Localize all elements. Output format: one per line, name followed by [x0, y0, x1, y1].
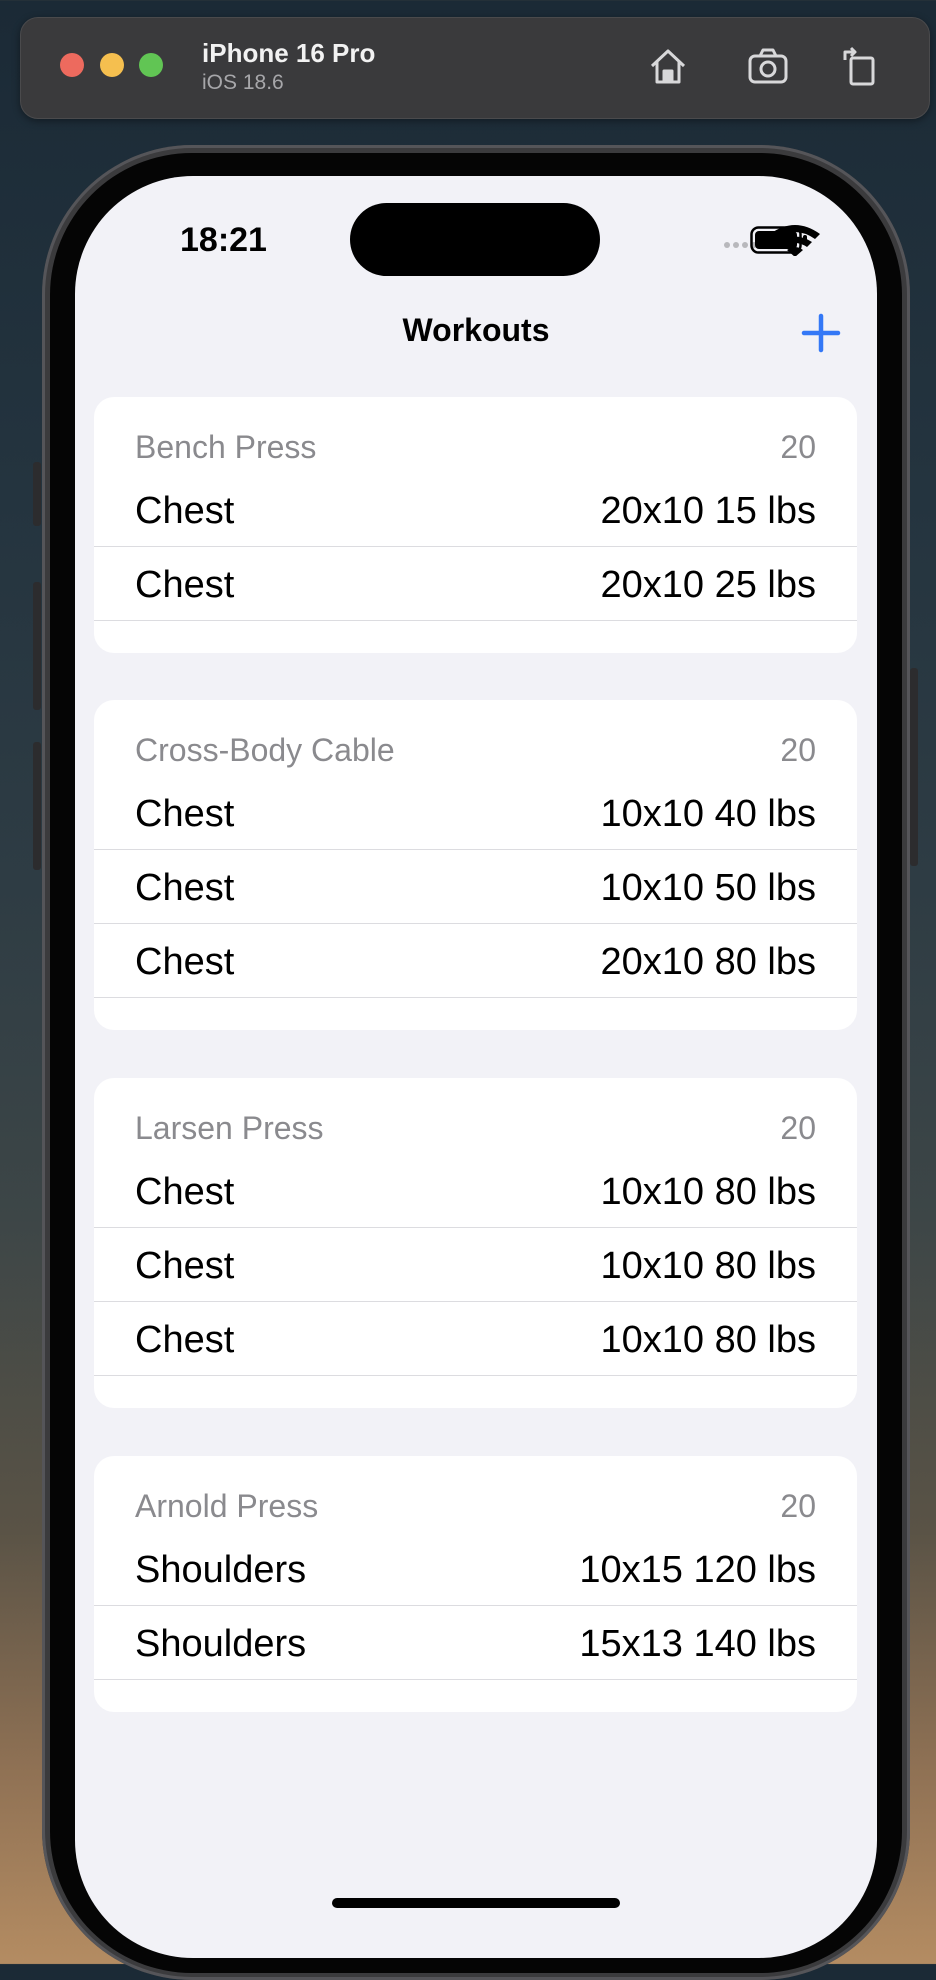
section-header: Bench Press 20	[94, 397, 857, 473]
workout-count: 20	[780, 1110, 816, 1146]
section-header: Larsen Press 20	[94, 1078, 857, 1154]
workout-section: Bench Press 20 Chest 20x10 15 lbs Chest …	[94, 397, 857, 653]
set-row[interactable]: Chest 20x10 25 lbs	[94, 547, 857, 621]
workout-name: Arnold Press	[135, 1488, 319, 1524]
zoom-window-button[interactable]	[139, 53, 163, 77]
workout-section: Arnold Press 20 Shoulders 10x15 120 lbs …	[94, 1456, 857, 1712]
workout-count: 20	[780, 732, 816, 768]
section-footer	[94, 998, 857, 1030]
workout-section: Cross-Body Cable 20 Chest 10x10 40 lbs C…	[94, 700, 857, 1030]
set-row[interactable]: Shoulders 10x15 120 lbs	[94, 1532, 857, 1606]
set-muscle: Shoulders	[135, 1549, 307, 1591]
set-detail: 10x15 120 lbs	[579, 1549, 816, 1591]
set-row[interactable]: Chest 20x10 15 lbs	[94, 473, 857, 547]
set-detail: 20x10 80 lbs	[600, 941, 817, 983]
set-muscle: Chest	[135, 867, 235, 909]
device-name: iPhone 16 Pro	[202, 38, 376, 68]
workout-count: 20	[780, 1488, 816, 1524]
set-detail: 20x10 15 lbs	[600, 490, 817, 532]
set-muscle: Chest	[135, 1171, 235, 1213]
set-detail: 10x10 50 lbs	[600, 867, 817, 909]
page-title: Workouts	[402, 312, 550, 348]
set-muscle: Chest	[135, 1245, 235, 1287]
screenshot-icon[interactable]	[746, 44, 790, 88]
section-footer	[94, 1680, 857, 1712]
action-button	[33, 462, 41, 526]
set-detail: 10x10 40 lbs	[600, 793, 817, 835]
section-footer	[94, 1376, 857, 1408]
set-row[interactable]: Shoulders 15x13 140 lbs	[94, 1606, 857, 1680]
workout-name: Larsen Press	[135, 1110, 324, 1146]
set-row[interactable]: Chest 10x10 40 lbs	[94, 776, 857, 850]
os-version: iOS 18.6	[202, 71, 284, 94]
phone-screen: 18:21 Workouts Bench Press 20 Chest 20x1…	[75, 176, 877, 1958]
dynamic-island	[350, 203, 600, 276]
set-detail: 10x10 80 lbs	[600, 1245, 817, 1287]
set-muscle: Shoulders	[135, 1623, 307, 1665]
side-button	[910, 668, 918, 866]
set-row[interactable]: Chest 20x10 80 lbs	[94, 924, 857, 998]
workout-section: Larsen Press 20 Chest 10x10 80 lbs Chest…	[94, 1078, 857, 1408]
set-muscle: Chest	[135, 941, 235, 983]
section-footer	[94, 621, 857, 653]
set-muscle: Chest	[135, 564, 235, 606]
home-icon[interactable]	[646, 44, 690, 88]
set-row[interactable]: Chest 10x10 80 lbs	[94, 1228, 857, 1302]
set-row[interactable]: Chest 10x10 80 lbs	[94, 1154, 857, 1228]
close-window-button[interactable]	[60, 53, 84, 77]
set-detail: 10x10 80 lbs	[600, 1171, 817, 1213]
workout-count: 20	[780, 429, 816, 465]
set-muscle: Chest	[135, 793, 235, 835]
workout-name: Bench Press	[135, 429, 317, 465]
plus-icon	[801, 313, 841, 353]
set-row[interactable]: Chest 10x10 80 lbs	[94, 1302, 857, 1376]
set-row[interactable]: Chest 10x10 50 lbs	[94, 850, 857, 924]
section-header: Arnold Press 20	[94, 1456, 857, 1532]
section-header: Cross-Body Cable 20	[94, 700, 857, 776]
set-muscle: Chest	[135, 490, 235, 532]
minimize-window-button[interactable]	[100, 53, 124, 77]
battery-icon	[750, 226, 807, 254]
set-detail: 10x10 80 lbs	[600, 1319, 817, 1361]
add-workout-button[interactable]	[800, 312, 842, 354]
home-indicator[interactable]	[332, 1898, 620, 1908]
workout-name: Cross-Body Cable	[135, 732, 395, 768]
rotate-icon[interactable]	[838, 44, 882, 88]
volume-up-button	[33, 582, 41, 710]
set-muscle: Chest	[135, 1319, 235, 1361]
set-detail: 15x13 140 lbs	[579, 1623, 816, 1665]
volume-down-button	[33, 742, 41, 870]
set-detail: 20x10 25 lbs	[600, 564, 817, 606]
status-time: 18:21	[180, 221, 267, 259]
